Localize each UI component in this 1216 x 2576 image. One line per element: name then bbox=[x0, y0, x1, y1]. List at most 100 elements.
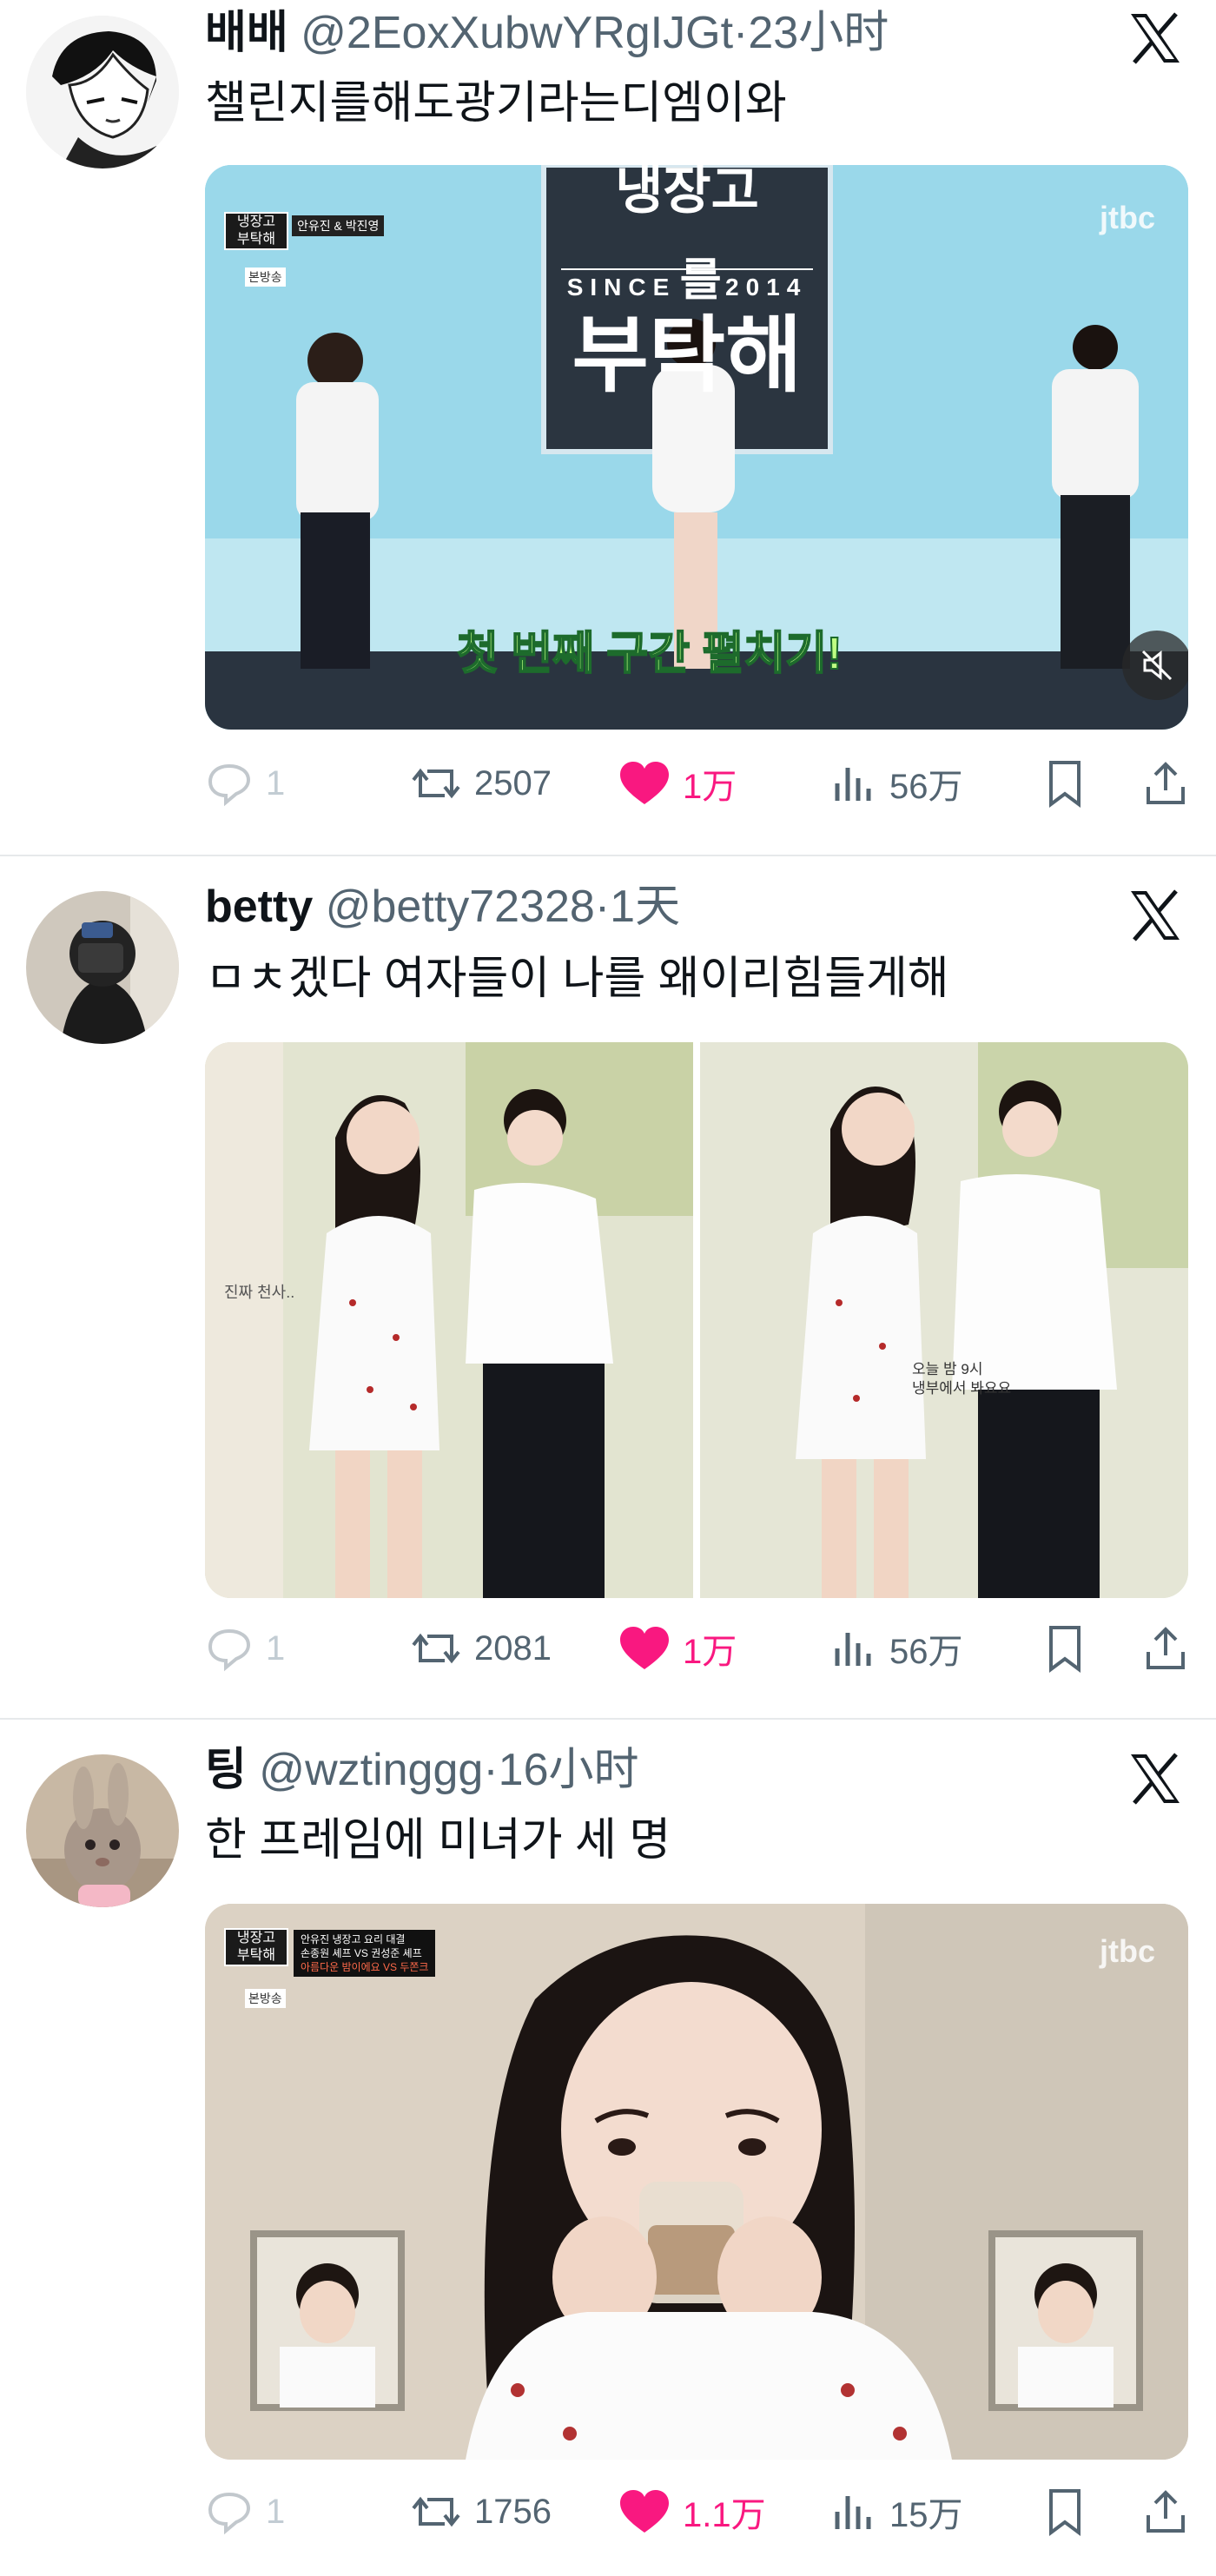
like-count: 1.1万 bbox=[683, 2496, 766, 2534]
views-button[interactable]: 15万 bbox=[832, 2484, 963, 2540]
display-name[interactable]: 배배 bbox=[205, 8, 288, 58]
show-logo: 냉장고 부탁해 bbox=[224, 212, 288, 250]
guest-tag: 안유진 & 박진영 bbox=[292, 215, 385, 236]
set-sign-since: SINCE bbox=[566, 274, 677, 301]
tweet-text: 챌린지를해도광기라는디엠이와 bbox=[205, 78, 787, 129]
tweet-text: 한 프레임에 미녀가 세 명 bbox=[205, 1815, 671, 1866]
video-caption: 첫 번째 구간 펼치기! bbox=[456, 628, 843, 680]
show-logo-line-1: 냉장고 bbox=[236, 215, 276, 229]
share-icon bbox=[1147, 762, 1185, 804]
like-count: 1万 bbox=[683, 1633, 737, 1671]
reply-button[interactable]: 1 bbox=[205, 2484, 285, 2540]
post-time[interactable]: 16小时 bbox=[499, 1745, 639, 1795]
retweet-icon bbox=[412, 1633, 460, 1664]
broadcast-badge: 본방송 bbox=[245, 268, 286, 287]
reply-icon bbox=[208, 763, 251, 807]
show-logo-line-2: 부탁해 bbox=[236, 232, 276, 247]
svg-text:냉장고: 냉장고 bbox=[615, 165, 759, 221]
retweet-button[interactable]: 2507 bbox=[410, 756, 552, 811]
episode-info-line-1: 안유진 냉장고 요리 대결 bbox=[301, 1933, 406, 1945]
avatar[interactable] bbox=[26, 1754, 179, 1907]
photo-left bbox=[205, 1042, 693, 1598]
tweet-image-grid: 진짜 천사.. 오늘 밤 9시 냉부에서 봐요요 bbox=[205, 1042, 1188, 1598]
broadcaster-logo: jtbc bbox=[1100, 1933, 1156, 1969]
views-button[interactable]: 56万 bbox=[832, 756, 963, 811]
x-logo-icon bbox=[1127, 1751, 1183, 1807]
share-icon bbox=[1147, 1627, 1185, 1669]
tweet-image-left[interactable]: 진짜 천사.. bbox=[205, 1042, 693, 1598]
tweet-2[interactable]: betty @betty72328·1天 ㅁㅊ겠다 여자들이 나를 왜이리힘들게… bbox=[0, 856, 1216, 1720]
tweet-header: 팅 @wztinggg·16小时 bbox=[205, 1742, 639, 1798]
like-button[interactable]: 1.1万 bbox=[618, 2484, 766, 2540]
reply-button[interactable]: 1 bbox=[205, 1621, 285, 1676]
view-count: 15万 bbox=[889, 2496, 963, 2534]
action-bar: 1 2081 1万 56万 bbox=[205, 1621, 1188, 1676]
photo-overlay-line-2: 냉부에서 봐요요 bbox=[912, 1380, 1012, 1397]
reply-count: 1 bbox=[266, 2492, 286, 2531]
tweet-header: betty @betty72328·1天 bbox=[205, 879, 680, 935]
views-icon bbox=[835, 1633, 871, 1666]
display-name[interactable]: 팅 bbox=[205, 1745, 247, 1795]
video-frame bbox=[205, 1904, 1188, 2460]
photo-overlay-caption: 오늘 밤 9시 냉부에서 봐요요 bbox=[912, 1360, 1011, 1398]
broadcaster-logo: jtbc bbox=[1100, 200, 1156, 235]
view-count: 56万 bbox=[889, 768, 963, 806]
retweet-count: 2081 bbox=[474, 1628, 552, 1668]
bookmark-button[interactable] bbox=[1044, 2484, 1086, 2540]
bookmark-button[interactable] bbox=[1044, 1621, 1086, 1676]
views-button[interactable]: 56万 bbox=[832, 1621, 963, 1676]
bookmark-button[interactable] bbox=[1044, 756, 1086, 811]
muted-speaker-icon bbox=[1141, 650, 1173, 681]
bookmark-icon bbox=[1049, 1626, 1081, 1673]
episode-info-line-2: 손종원 셰프 VS 권성준 셰프 bbox=[301, 1947, 422, 1959]
separator-dot: · bbox=[733, 8, 749, 58]
heart-icon bbox=[620, 762, 669, 804]
avatar[interactable] bbox=[26, 16, 179, 168]
reply-count: 1 bbox=[266, 763, 286, 803]
set-sign-word: 를 bbox=[679, 255, 722, 306]
tweet-image-right[interactable]: 오늘 밤 9시 냉부에서 봐요요 bbox=[700, 1042, 1188, 1598]
user-handle[interactable]: @betty72328 bbox=[326, 882, 595, 932]
set-sign-year: 2014 bbox=[725, 274, 808, 301]
post-time[interactable]: 1天 bbox=[610, 882, 680, 932]
tweet-text: ㅁㅊ겠다 여자들이 나를 왜이리힘들게해 bbox=[205, 954, 949, 1004]
user-handle[interactable]: @wztinggg bbox=[259, 1745, 483, 1795]
mute-button[interactable] bbox=[1122, 631, 1188, 700]
avatar[interactable] bbox=[26, 891, 179, 1044]
reply-icon bbox=[208, 2492, 251, 2535]
reply-count: 1 bbox=[266, 1628, 286, 1668]
view-count: 56万 bbox=[889, 1633, 963, 1671]
reply-icon bbox=[208, 1628, 251, 1672]
retweet-count: 2507 bbox=[474, 763, 552, 803]
x-logo-icon bbox=[1127, 888, 1183, 943]
episode-info-line-3: 아름다운 밤이에요 VS 두쫀크 bbox=[301, 1961, 429, 1973]
action-bar: 1 2507 1万 56万 bbox=[205, 756, 1188, 811]
retweet-count: 1756 bbox=[474, 2492, 552, 2531]
reply-button[interactable]: 1 bbox=[205, 756, 285, 811]
user-handle[interactable]: @2EoxXubwYRgIJGt bbox=[301, 8, 733, 58]
photo-right bbox=[700, 1042, 1188, 1598]
show-logo: 냉장고 부탁해 bbox=[224, 1928, 288, 1966]
set-sign-title: 부탁해 bbox=[572, 309, 803, 402]
heart-icon bbox=[620, 1627, 669, 1669]
retweet-button[interactable]: 2081 bbox=[410, 1621, 552, 1676]
retweet-button[interactable]: 1756 bbox=[410, 2484, 552, 2540]
post-time[interactable]: 23小时 bbox=[748, 8, 889, 58]
like-count: 1万 bbox=[683, 768, 737, 806]
tweet-video-still[interactable]: 냉장고 부탁해 본방송 안유진 냉장고 요리 대결 손종원 셰프 VS 권성준 … bbox=[205, 1904, 1188, 2460]
like-button[interactable]: 1万 bbox=[618, 1621, 737, 1676]
views-icon bbox=[835, 768, 871, 801]
like-button[interactable]: 1万 bbox=[618, 756, 737, 811]
display-name[interactable]: betty bbox=[205, 882, 313, 932]
tweet-1[interactable]: 배배 @2EoxXubwYRgIJGt·23小时 챌린지를해도광기라는디엠이와 … bbox=[0, 0, 1216, 855]
tweet-video[interactable]: 냉장고 냉장고 부탁해 안유진 & 박진영 본방송 jtbc SINCE 를 2… bbox=[205, 165, 1188, 730]
show-logo-line-2: 부탁해 bbox=[236, 1948, 276, 1963]
tweet-header: 배배 @2EoxXubwYRgIJGt·23小时 bbox=[205, 5, 889, 61]
views-icon bbox=[835, 2496, 871, 2529]
episode-info: 안유진 냉장고 요리 대결 손종원 셰프 VS 권성준 셰프 아름다운 밤이에요… bbox=[294, 1930, 436, 1977]
share-button[interactable] bbox=[1143, 756, 1188, 811]
share-button[interactable] bbox=[1143, 2484, 1188, 2540]
tweet-3[interactable]: 팅 @wztinggg·16小时 한 프레임에 미녀가 세 명 냉장고 부탁해 … bbox=[0, 1720, 1216, 2576]
share-button[interactable] bbox=[1143, 1621, 1188, 1676]
bookmark-icon bbox=[1049, 761, 1081, 808]
